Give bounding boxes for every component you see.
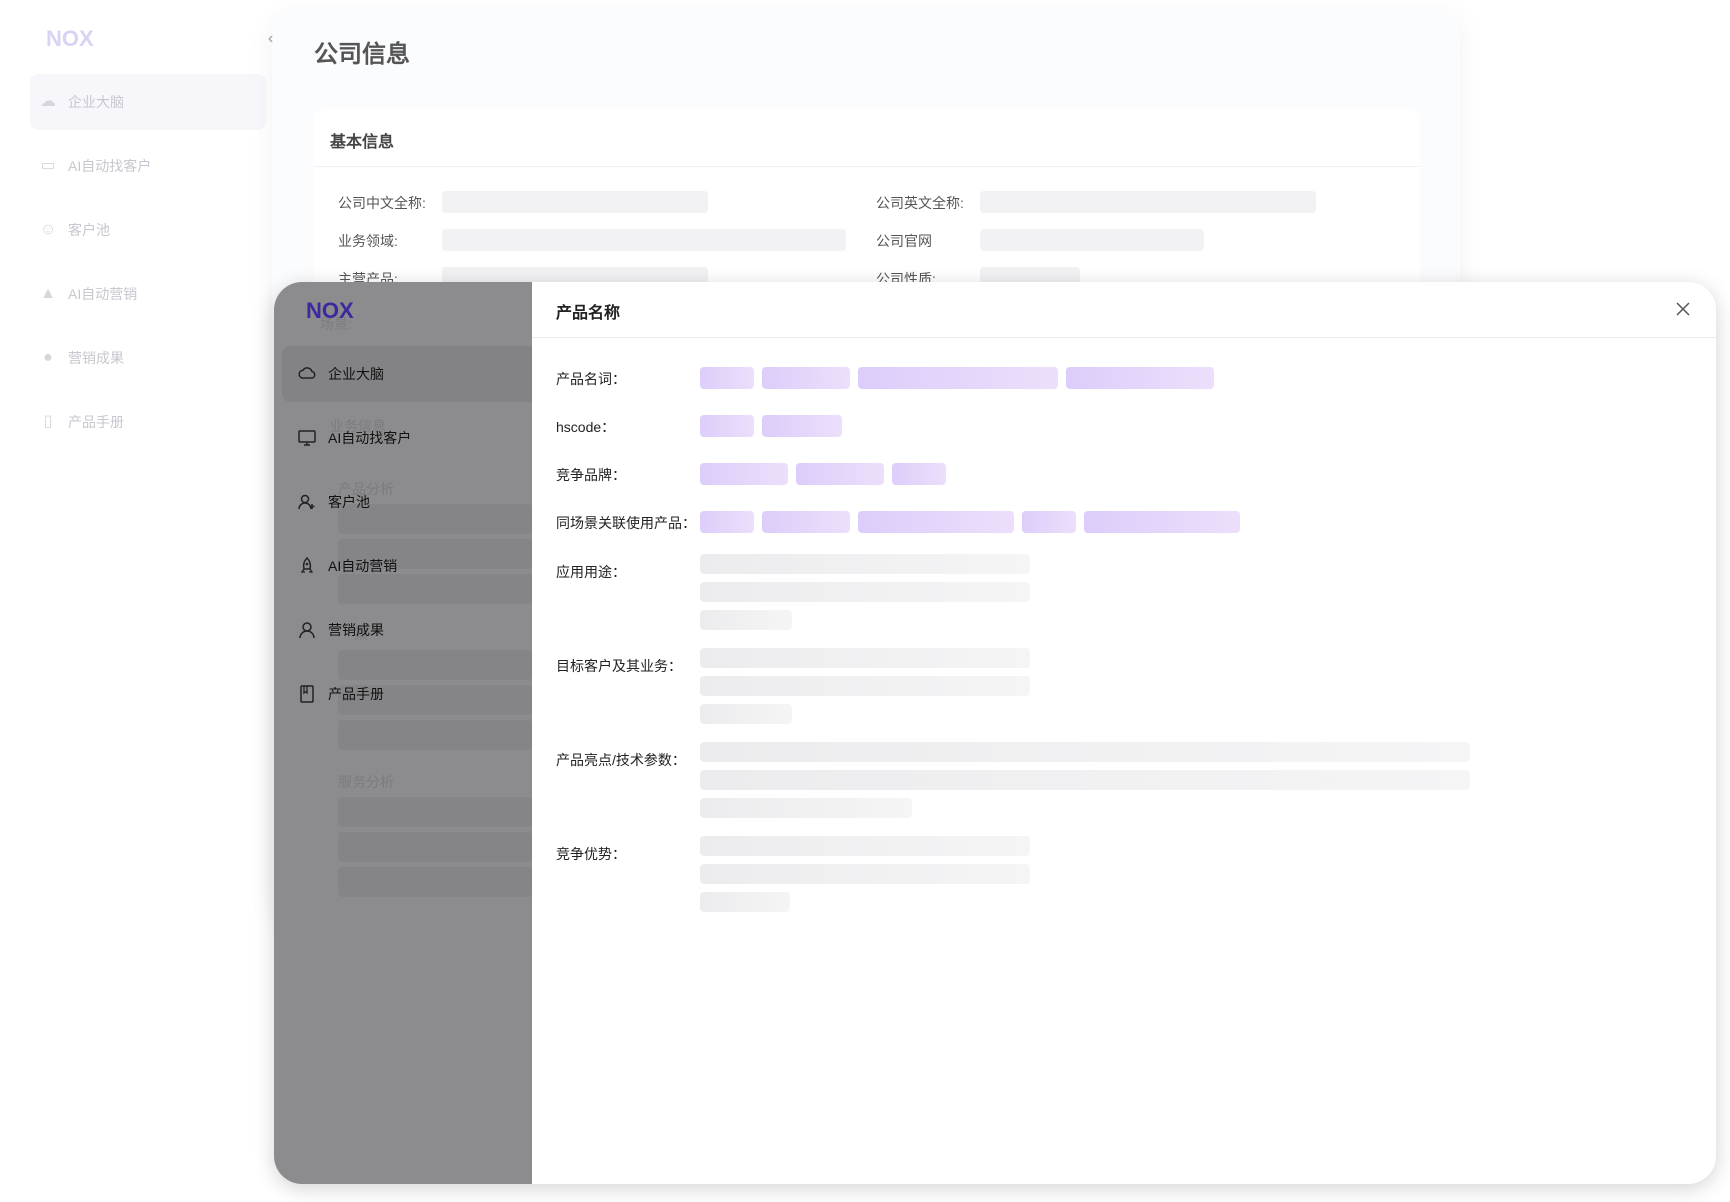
product-detail-panel: 产品名称 产品名词： hscode： 竞争品牌： 同场景关联使用产品： 应用用途… bbox=[532, 282, 1716, 1184]
text-skeleton bbox=[700, 836, 1030, 856]
user-icon bbox=[296, 619, 318, 641]
placeholder-bar bbox=[442, 229, 846, 251]
rocket-icon: ▲ bbox=[40, 285, 56, 302]
card-heading: 基本信息 bbox=[330, 134, 395, 151]
bg-sidebar-item-marketing: ▲ AI自动营销 bbox=[30, 266, 266, 322]
brand-logo: NOX bbox=[46, 26, 94, 50]
tag-placeholder bbox=[762, 415, 842, 437]
svg-text:NOX: NOX bbox=[306, 298, 354, 322]
tag-placeholder bbox=[700, 511, 754, 533]
bg-sidebar-label: 企业大脑 bbox=[68, 94, 124, 110]
bg-sidebar-item-find-customer: ▭ AI自动找客户 bbox=[30, 138, 266, 194]
bg-sidebar-label: 营销成果 bbox=[68, 350, 124, 366]
sidebar-item-label: AI自动营销 bbox=[328, 558, 398, 574]
placeholder-bar bbox=[980, 229, 1204, 251]
bg-sidebar-item-brain: ☁ 企业大脑 bbox=[30, 74, 266, 130]
divider bbox=[314, 166, 1420, 167]
faded-bar bbox=[338, 832, 532, 862]
sidebar-item-marketing-results[interactable]: 营销成果 bbox=[282, 602, 532, 658]
cloud-icon bbox=[296, 363, 318, 385]
close-icon bbox=[1676, 302, 1690, 316]
sidebar-item-label: 企业大脑 bbox=[328, 366, 384, 382]
text-skeleton bbox=[700, 798, 912, 818]
tag-placeholder bbox=[858, 511, 1014, 533]
field-label: 公司中文全称: bbox=[338, 195, 426, 211]
sidebar-item-label: 营销成果 bbox=[328, 622, 384, 638]
users-icon bbox=[296, 491, 318, 513]
text-skeleton bbox=[700, 648, 1030, 668]
bg-sidebar-label: AI自动找客户 bbox=[68, 158, 152, 174]
text-skeleton bbox=[700, 704, 792, 724]
svg-text:NOX: NOX bbox=[46, 26, 94, 50]
tag-placeholder bbox=[1084, 511, 1240, 533]
faded-bar bbox=[338, 797, 532, 827]
cloud-icon: ☁ bbox=[40, 93, 56, 110]
close-button[interactable] bbox=[1668, 294, 1698, 324]
tag-placeholder bbox=[858, 367, 1058, 389]
tag-placeholder bbox=[1022, 511, 1076, 533]
monitor-icon: ▭ bbox=[40, 157, 56, 174]
panel-header: 产品名称 bbox=[532, 282, 1716, 338]
text-skeleton bbox=[700, 676, 1030, 696]
placeholder-bar bbox=[980, 191, 1316, 213]
field-label: 业务领域: bbox=[338, 233, 398, 249]
sidebar-item-enterprise-brain[interactable]: 企业大脑 bbox=[282, 346, 532, 402]
monitor-icon bbox=[296, 427, 318, 449]
tag-placeholder bbox=[762, 511, 850, 533]
row-label-competitor-brands: 竞争品牌： bbox=[556, 467, 626, 483]
text-skeleton bbox=[700, 864, 1030, 884]
row-label-highlights: 产品亮点/技术参数： bbox=[556, 752, 686, 768]
sidebar-item-product-manual[interactable]: 产品手册 bbox=[282, 666, 532, 722]
page-title: 公司信息 bbox=[314, 41, 410, 68]
tag-placeholder bbox=[700, 463, 788, 485]
overlay-window: ‹ 场景: 业务信息 产品分析 案 服务分析 NOX 企业大脑 AI自动找客户 bbox=[274, 282, 1716, 1184]
tag-placeholder bbox=[892, 463, 946, 485]
tag-placeholder bbox=[700, 415, 754, 437]
row-label-product-terms: 产品名词： bbox=[556, 371, 626, 387]
field-label: 公司英文全称: bbox=[876, 195, 964, 211]
users-icon: ☺ bbox=[39, 221, 57, 238]
rocket-icon bbox=[296, 555, 318, 577]
text-skeleton bbox=[700, 742, 1470, 762]
bg-sidebar-item-manual: ▯ 产品手册 bbox=[30, 394, 266, 450]
sidebar-item-label: 产品手册 bbox=[328, 686, 384, 702]
sidebar-item-label: 客户池 bbox=[328, 494, 370, 510]
tag-placeholder bbox=[700, 367, 754, 389]
sidebar-item-ai-marketing[interactable]: AI自动营销 bbox=[282, 538, 532, 594]
sidebar-item-label: AI自动找客户 bbox=[328, 430, 412, 446]
faded-bar bbox=[338, 867, 532, 897]
text-skeleton bbox=[700, 554, 1030, 574]
background-sidebar: NOX ☁ 企业大脑 ▭ AI自动找客户 ☺ 客户池 ▲ AI自动营销 ● 营销… bbox=[0, 0, 272, 918]
row-label-related-products: 同场景关联使用产品： bbox=[556, 515, 696, 531]
text-skeleton bbox=[700, 770, 1470, 790]
text-skeleton bbox=[700, 582, 1030, 602]
book-icon bbox=[296, 683, 318, 705]
row-label-application: 应用用途： bbox=[556, 564, 626, 580]
book-icon: ▯ bbox=[43, 413, 53, 430]
panel-title: 产品名称 bbox=[556, 305, 621, 322]
row-label-hscode: hscode： bbox=[556, 419, 616, 435]
bg-sidebar-label: 客户池 bbox=[68, 222, 110, 238]
collapse-chevron-icon: ‹ bbox=[268, 30, 274, 47]
bg-sidebar-label: AI自动营销 bbox=[68, 286, 138, 302]
overlay-sidebar: ‹ 场景: 业务信息 产品分析 案 服务分析 NOX 企业大脑 AI自动找客户 bbox=[274, 282, 532, 1184]
sidebar-item-ai-find-customer[interactable]: AI自动找客户 bbox=[282, 410, 532, 466]
row-label-target-customers: 目标客户及其业务： bbox=[556, 658, 682, 674]
tag-placeholder bbox=[1066, 367, 1214, 389]
text-skeleton bbox=[700, 610, 792, 630]
sidebar-item-customer-pool[interactable]: 客户池 bbox=[282, 474, 532, 530]
faded-bar bbox=[338, 720, 532, 750]
tag-placeholder bbox=[796, 463, 884, 485]
bg-sidebar-item-customer-pool: ☺ 客户池 bbox=[30, 202, 266, 258]
row-label-advantages: 竞争优势： bbox=[556, 846, 626, 862]
faded-section-title: 服务分析 bbox=[338, 774, 394, 790]
user-icon: ● bbox=[43, 349, 53, 366]
field-label: 公司官网 bbox=[876, 233, 932, 249]
brand-logo: NOX bbox=[306, 298, 354, 322]
bg-sidebar-item-results: ● 营销成果 bbox=[30, 330, 266, 386]
bg-sidebar-label: 产品手册 bbox=[68, 414, 124, 430]
placeholder-bar bbox=[442, 191, 708, 213]
tag-placeholder bbox=[762, 367, 850, 389]
text-skeleton bbox=[700, 892, 790, 912]
